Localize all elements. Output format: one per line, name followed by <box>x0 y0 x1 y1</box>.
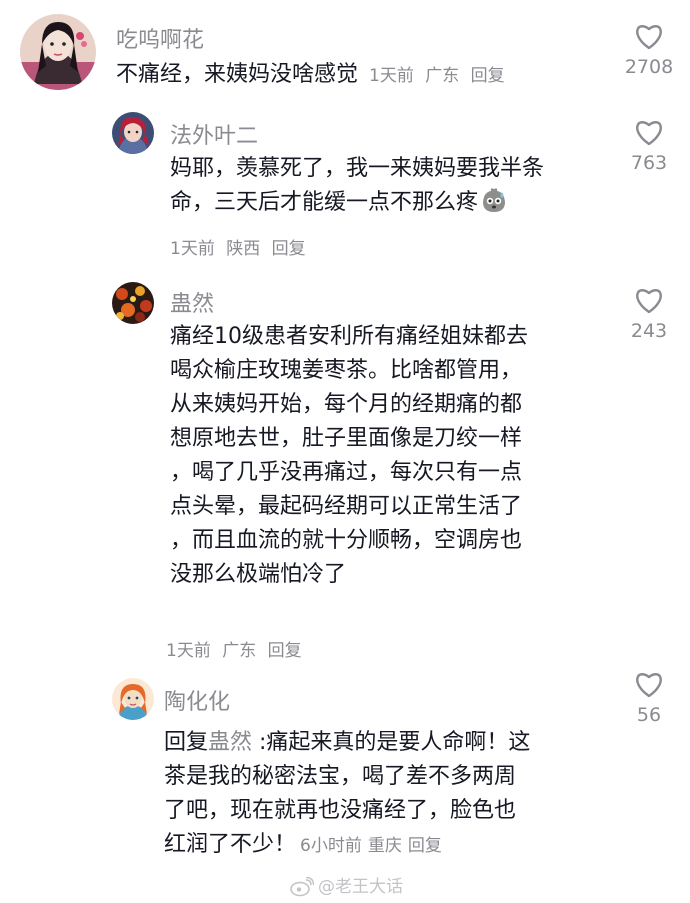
comment-text: 回复蛊然 :痛起来真的是要人命啊！这 茶是我的秘密法宝，喝了差不多两周 了吧，现… <box>164 726 530 863</box>
reply-button[interactable]: 回复 <box>471 66 505 86</box>
comment-meta: 1天前 广东 回复 <box>166 636 308 661</box>
comment-time: 6小时前 <box>300 836 362 856</box>
like-button[interactable]: 243 <box>614 286 684 342</box>
comment-line: 了吧，现在就再也没痛经了，脸色也 <box>164 798 517 823</box>
sweat-face-icon <box>483 188 506 212</box>
comment-line: 痛经10级患者安利所有痛经姐妹都去 <box>170 324 528 349</box>
comment-time: 1天前 <box>170 239 215 259</box>
avatar[interactable] <box>20 14 96 90</box>
comment-line: 点头晕，最起码经期可以正常生活了 <box>170 494 523 519</box>
reply-button[interactable]: 回复 <box>272 239 306 259</box>
comment-time: 1天前 <box>369 66 414 86</box>
comment-time: 1天前 <box>166 641 211 661</box>
comment-meta: 1天前 陕西 回复 <box>170 234 312 259</box>
heart-icon <box>636 673 662 698</box>
comment-username[interactable]: 法外叶二 <box>170 118 258 150</box>
comment-line: ，喝了几乎没再痛过，每次只有一点 <box>170 460 523 485</box>
like-count: 2708 <box>624 56 674 78</box>
comment-location: 广东 <box>425 66 460 86</box>
comment-username[interactable]: 陶化化 <box>164 684 230 716</box>
avatar[interactable] <box>112 282 154 324</box>
avatar[interactable] <box>112 112 154 154</box>
comment-text: 妈耶，羡慕死了，我一来姨妈要我半条 命，三天后才能缓一点不那么疼 <box>170 152 600 220</box>
comment-text: 不痛经，来姨妈没啥感觉 1天前 广东 回复 <box>116 58 511 93</box>
reply-prefix: 回复 <box>164 730 209 755</box>
like-button[interactable]: 56 <box>614 670 684 726</box>
reply-button[interactable]: 回复 <box>268 641 302 661</box>
comment-content: 妈耶，羡慕死了，我一来姨妈要我半条 <box>170 156 545 181</box>
comment-line: ，而且血流的就十分顺畅，空调房也 <box>170 528 523 553</box>
comment-meta: 1天前 广东 回复 <box>369 66 511 86</box>
like-count: 243 <box>630 320 668 342</box>
like-button[interactable]: 2708 <box>614 22 684 78</box>
comment-line-text: 红润了不少！ <box>164 832 297 857</box>
watermark-text: @老王大话 <box>318 877 403 897</box>
comment-location: 广东 <box>222 641 257 661</box>
heart-icon <box>636 121 662 146</box>
comment-line: 从来姨妈开始，每个月的经期痛的都 <box>170 392 523 417</box>
like-button[interactable]: 763 <box>614 118 684 174</box>
comment-line-text: :痛起来真的是要人命啊！这 <box>252 730 531 755</box>
heart-icon <box>636 289 662 314</box>
comment-location: 重庆 <box>367 836 402 856</box>
comment-content-line: 命，三天后才能缓一点不那么疼 <box>170 186 600 220</box>
like-count: 56 <box>636 704 662 726</box>
comment-content: 不痛经，来姨妈没啥感觉 <box>116 62 359 87</box>
weibo-logo-icon <box>290 876 315 897</box>
comment-line: 没那么极端怕冷了 <box>170 562 347 587</box>
comment-username[interactable]: 蛊然 <box>170 286 214 318</box>
avatar[interactable] <box>112 678 154 720</box>
comment-location: 陕西 <box>226 239 261 259</box>
comment-meta: 6小时前 重庆 回复 <box>300 836 448 856</box>
like-count: 763 <box>630 152 668 174</box>
comment-line: 茶是我的秘密法宝，喝了差不多两周 <box>164 764 517 789</box>
comment-text: 痛经10级患者安利所有痛经姐妹都去 喝众榆庄玫瑰姜枣茶。比啥都管用， 从来姨妈开… <box>170 320 528 592</box>
heart-icon <box>636 25 662 50</box>
comment-line: 回复蛊然 :痛起来真的是要人命啊！这 <box>164 726 530 760</box>
comment-username[interactable]: 吃呜啊花 <box>116 22 204 54</box>
comment-line: 喝众榆庄玫瑰姜枣茶。比啥都管用， <box>170 358 523 383</box>
watermark: @老王大话 <box>290 872 403 897</box>
reply-button[interactable]: 回复 <box>408 836 442 856</box>
mention-link[interactable]: 蛊然 <box>208 730 252 755</box>
comment-line: 红润了不少！ 6小时前 重庆 回复 <box>164 828 530 863</box>
comment-line: 想原地去世，肚子里面像是刀绞一样 <box>170 426 523 451</box>
